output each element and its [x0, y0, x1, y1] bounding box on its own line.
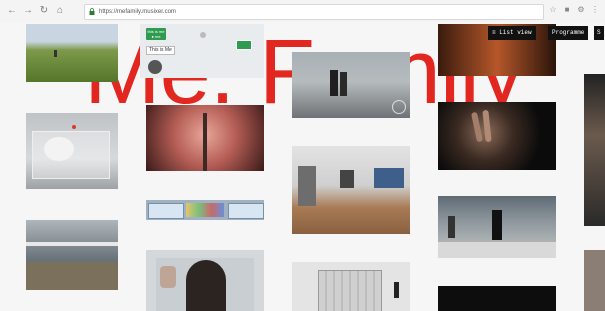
thumbnail-map[interactable]: this is me ● me This is Me [140, 24, 264, 78]
figure-1 [330, 70, 338, 96]
ceiling-light [26, 242, 118, 246]
reload-icon[interactable]: ↻ [38, 5, 50, 17]
home-icon[interactable]: ⌂ [54, 5, 66, 17]
finger-1 [470, 111, 484, 143]
thumbnail-dark[interactable] [438, 286, 556, 311]
map-dot [200, 32, 206, 38]
thumbnail-plan[interactable] [292, 262, 410, 311]
figure-2 [340, 72, 347, 96]
finger-2 [482, 109, 492, 143]
screen-tile-2 [186, 203, 224, 217]
artwork-right [374, 168, 404, 188]
page-content: Me. Family this is me ● me This is Me [0, 22, 605, 311]
figure-left [448, 216, 455, 238]
thumbnail-edge-1[interactable] [584, 74, 605, 226]
settings-icon[interactable]: ⚙ [576, 5, 586, 15]
star-icon[interactable]: ☆ [548, 5, 558, 15]
browser-toolbar: ← → ↻ ⌂ https://mefamily.musixer.com ☆ ■… [0, 0, 605, 23]
hall-floor [26, 262, 118, 290]
forward-icon[interactable]: → [22, 5, 34, 17]
thumbnail-hall[interactable] [26, 220, 118, 290]
figure-center [492, 210, 502, 240]
thumbnail-edge-2[interactable] [584, 250, 605, 311]
portrait-hand [160, 266, 176, 288]
extension-icon[interactable]: ■ [562, 5, 572, 15]
tower [203, 113, 207, 171]
hud-circle [392, 100, 406, 114]
menu-s-label: S [597, 29, 601, 36]
menu-icon[interactable]: ⋮ [590, 5, 600, 15]
map-marker [236, 40, 252, 50]
screen-tile-3 [228, 203, 264, 219]
url-text: https://mefamily.musixer.com [99, 9, 176, 15]
thumbnail-gallery[interactable] [292, 146, 410, 234]
artwork-left [298, 166, 316, 206]
figure-in-field [54, 50, 57, 57]
programme-button[interactable]: Programme [548, 26, 589, 40]
list-view-label: List view [499, 29, 532, 36]
portrait-hair [186, 260, 226, 311]
hover-tooltip: This is Me [146, 46, 175, 55]
thumbnail-screenshots[interactable] [146, 200, 264, 220]
floor-plan [318, 270, 382, 311]
thumbnail-portrait[interactable] [146, 250, 264, 311]
screen-tile-1 [148, 203, 184, 219]
thumbnail-field[interactable] [26, 24, 118, 82]
artwork-center [340, 170, 354, 188]
thumbnail-sculpture[interactable] [26, 113, 118, 189]
red-marker [72, 125, 76, 129]
thumbnail-plaza[interactable] [438, 196, 556, 258]
back-icon[interactable]: ← [6, 5, 18, 17]
thumbnail-hand[interactable] [438, 102, 556, 170]
lock-icon [89, 8, 95, 15]
menu-button-s[interactable]: S [594, 26, 604, 40]
plaza-ground [438, 242, 556, 258]
thumbnail-street-game[interactable] [292, 52, 410, 118]
standing-figure [394, 282, 399, 298]
white-sculpture [44, 137, 74, 161]
list-view-button[interactable]: ≡ List view [488, 26, 536, 40]
address-bar[interactable]: https://mefamily.musixer.com [84, 4, 544, 20]
thumbnail-tower[interactable] [146, 105, 264, 171]
green-badge[interactable]: this is me ● me [146, 28, 166, 40]
programme-label: Programme [552, 29, 585, 36]
map-avatar [148, 60, 162, 74]
